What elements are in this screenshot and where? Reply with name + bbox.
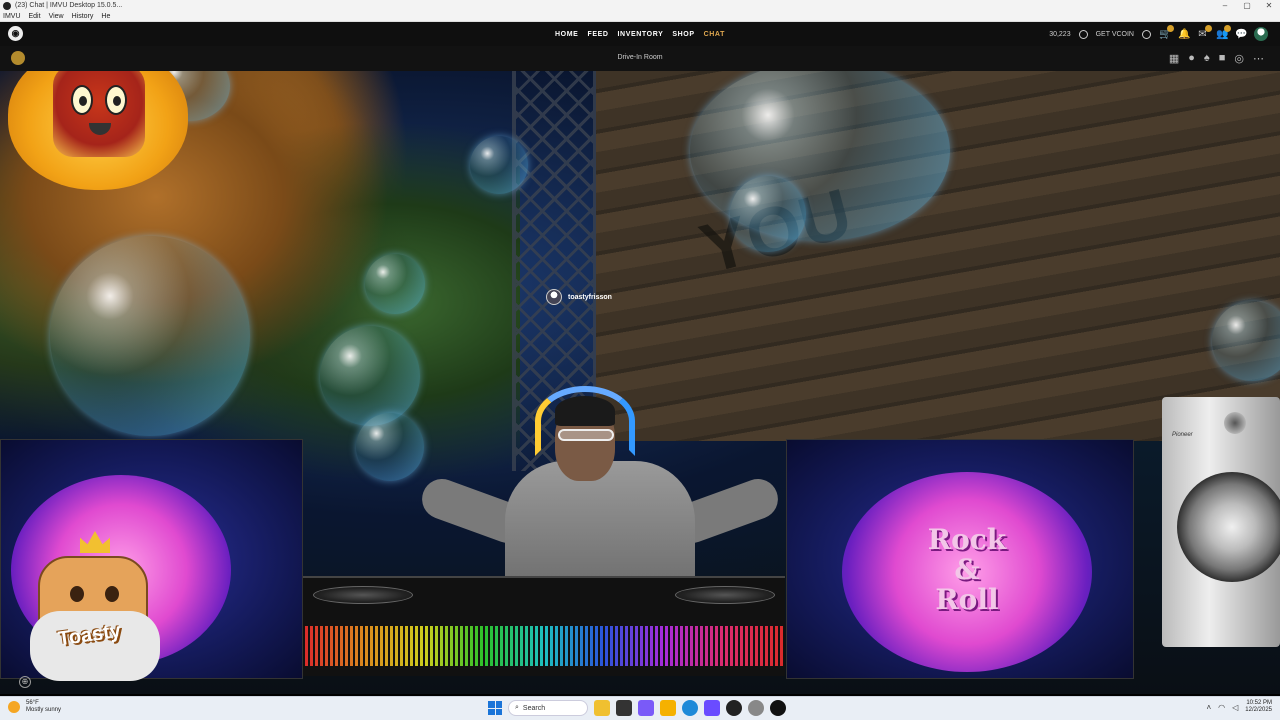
edge-browser-icon[interactable] — [682, 700, 698, 716]
menu-help[interactable]: He — [101, 13, 110, 20]
avatar-name-tag[interactable]: toastyfrisson — [546, 289, 612, 305]
room-title: Drive-In Room — [617, 54, 663, 61]
bag-icon[interactable]: ■ — [1219, 52, 1226, 65]
credits-count: 30,223 — [1049, 30, 1071, 38]
get-vcoin-button[interactable]: GET VCOIN — [1096, 31, 1134, 38]
bubble — [320, 326, 420, 426]
hifi-speaker: Pioneer — [1162, 397, 1280, 647]
cart-icon[interactable]: 🛒 — [1159, 24, 1174, 40]
volume-icon[interactable]: ◁ — [1232, 703, 1238, 712]
toast-mouth — [89, 123, 111, 135]
chat-icon[interactable]: ● — [1188, 52, 1195, 65]
sign-line-and: & — [954, 553, 980, 586]
weather-widget[interactable]: 56°F Mostly sunny — [8, 700, 61, 714]
camera-reset-icon[interactable]: ⊕ — [19, 676, 31, 688]
chevron-up-icon[interactable]: ˄ — [1206, 703, 1211, 712]
nav-inventory[interactable]: INVENTORY — [618, 31, 664, 38]
avatar-name: toastyfrisson — [568, 293, 612, 301]
nav-home[interactable]: HOME — [555, 31, 578, 38]
clock-time: 10:52 PM — [1246, 700, 1272, 706]
toast-eye — [105, 85, 127, 115]
mascot-eye — [70, 586, 84, 602]
turntable-right — [675, 586, 775, 604]
room-3d-scene[interactable]: YOU toastyfrisson Rock & Roll — [0, 71, 1280, 694]
room-header: Drive-In Room ▦ ● ♠ ■ ◎ ⋯ — [0, 46, 1280, 71]
nav-chat[interactable]: CHAT — [704, 31, 725, 38]
gift-icon[interactable]: ✉ — [1197, 24, 1212, 40]
people-icon[interactable]: 👥 — [1216, 24, 1231, 40]
bell-icon[interactable]: 🔔 — [1178, 29, 1190, 40]
toasty-mascot-sticker: Toasty — [20, 516, 170, 686]
imvu-app-icon — [3, 1, 11, 10]
bubble — [356, 413, 424, 481]
speaker-brand: Pioneer — [1172, 432, 1193, 438]
taskbar-app-icon[interactable] — [704, 700, 720, 716]
right-speaker-panel: Rock & Roll — [786, 439, 1134, 679]
speaker-tweeter — [1224, 412, 1246, 434]
headphones-icon — [535, 386, 635, 456]
maximize-button[interactable]: ▢ — [1236, 0, 1258, 11]
window-title: (23) Chat | IMVU Desktop 15.0.5... — [15, 2, 123, 9]
file-explorer-icon[interactable] — [660, 700, 676, 716]
clock-date: 12/2/2025 — [1245, 707, 1272, 713]
minimize-button[interactable]: – — [1214, 0, 1236, 11]
close-button[interactable]: ✕ — [1258, 0, 1280, 11]
menu-view[interactable]: View — [49, 13, 64, 20]
taskbar-app-icon[interactable] — [726, 700, 742, 716]
search-icon: ⌕ — [515, 704, 519, 711]
menu-history[interactable]: History — [72, 13, 94, 20]
toast-eye — [71, 85, 93, 115]
taskbar-app-icon[interactable] — [616, 700, 632, 716]
bubble — [365, 254, 425, 314]
bubble — [470, 136, 528, 194]
bubble — [730, 176, 806, 252]
settings-icon[interactable] — [748, 700, 764, 716]
menu-edit[interactable]: Edit — [29, 13, 41, 20]
rock-and-roll-sign: Rock & Roll — [892, 525, 1042, 615]
turntable-left — [313, 586, 413, 604]
start-button[interactable] — [488, 701, 502, 715]
system-tray: ˄ ◠ ◁ 10:52 PM 12/2/2025 — [1206, 700, 1272, 714]
dj-avatar[interactable] — [416, 386, 784, 601]
mascot-eye — [105, 586, 119, 602]
crown-icon — [80, 531, 110, 553]
taskbar-app-icon[interactable] — [594, 700, 610, 716]
nav-feed[interactable]: FEED — [587, 31, 608, 38]
weather-temp: 56°F — [26, 700, 39, 706]
credits-coin-icon — [1078, 29, 1088, 39]
menu-imvu[interactable]: IMVU — [3, 13, 21, 20]
chat-bubble-icon[interactable]: 💬 — [1235, 29, 1247, 40]
imvu-taskbar-icon[interactable] — [770, 700, 786, 716]
wifi-icon[interactable]: ◠ — [1218, 703, 1225, 712]
more-icon[interactable]: ⋯ — [1253, 52, 1264, 65]
avatar-thumbnail — [546, 289, 562, 305]
equalizer-lights — [305, 626, 783, 666]
menu-bar: IMVU Edit View History He — [0, 11, 1280, 22]
outfit-icon[interactable]: ♠ — [1204, 52, 1210, 65]
taskbar-app-icon[interactable] — [638, 700, 654, 716]
weather-desc: Mostly sunny — [26, 707, 62, 713]
nav-shop[interactable]: SHOP — [672, 31, 694, 38]
windows-taskbar: 56°F Mostly sunny ⌕ Search ˄ ◠ ◁ 10:52 P… — [0, 696, 1280, 720]
user-avatar[interactable] — [1254, 27, 1268, 41]
bubble — [50, 236, 250, 436]
sign-line-roll: Roll — [935, 583, 999, 616]
window-titlebar: (23) Chat | IMVU Desktop 15.0.5... – ▢ ✕ — [0, 0, 1280, 11]
layout-icon[interactable]: ▦ — [1169, 52, 1179, 65]
camera-icon[interactable]: ◎ — [1234, 52, 1244, 65]
search-placeholder: Search — [522, 704, 546, 712]
sign-line-rock: Rock — [927, 523, 1007, 556]
clock[interactable]: 10:52 PM 12/2/2025 — [1245, 700, 1272, 714]
sun-icon — [8, 701, 20, 713]
toast-face — [53, 71, 145, 157]
vcoin-icon — [1142, 29, 1151, 39]
speaker-woofer — [1177, 472, 1280, 582]
taskbar-search[interactable]: ⌕ Search — [508, 700, 588, 716]
top-navbar: ◉ HOME FEED INVENTORY SHOP CHAT 30,223 G… — [0, 22, 1280, 46]
